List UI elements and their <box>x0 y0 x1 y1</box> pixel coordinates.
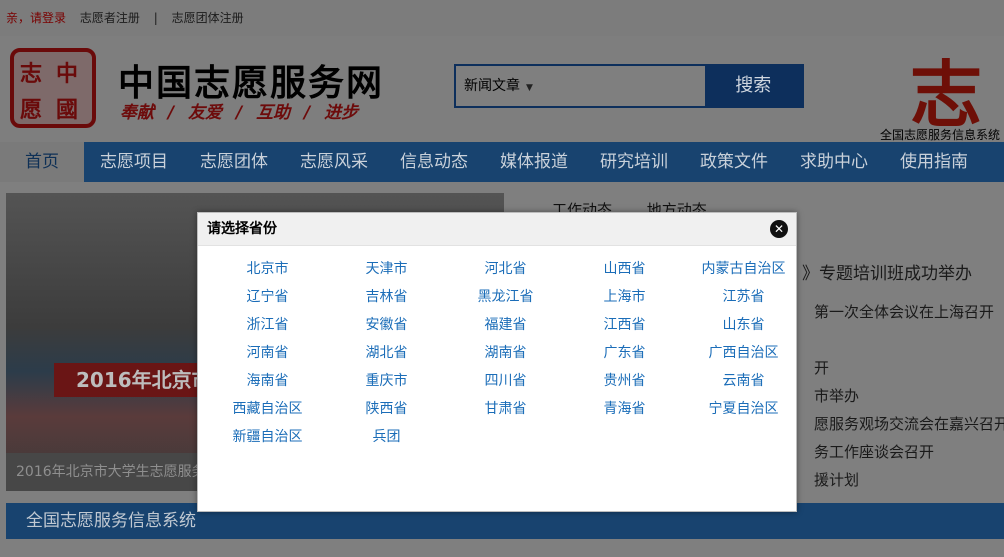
nav-item-guide[interactable]: 使用指南 <box>884 142 984 182</box>
nav-item-policy[interactable]: 政策文件 <box>684 142 784 182</box>
seal-char: 國 <box>56 98 79 123</box>
province-link[interactable]: 上海市 <box>565 283 684 311</box>
province-link[interactable]: 湖北省 <box>327 339 446 367</box>
province-link[interactable]: 福建省 <box>446 311 565 339</box>
province-link[interactable]: 云南省 <box>684 367 803 395</box>
province-link[interactable]: 宁夏自治区 <box>684 395 803 423</box>
topbar-separator: | <box>153 11 158 25</box>
search-category-select[interactable]: 新闻文章 ▼ <box>456 66 705 106</box>
province-link[interactable]: 江西省 <box>565 311 684 339</box>
login-link[interactable]: 亲，请登录 <box>6 11 66 25</box>
site-header: 志 中 愿 國 中国志愿服务网 奉献 / 友爱 / 互助 / 进步 新闻文章 ▼ … <box>0 36 1004 142</box>
province-link[interactable]: 重庆市 <box>327 367 446 395</box>
search-button[interactable]: 搜索 <box>704 66 802 106</box>
nav-item-showcase[interactable]: 志愿风采 <box>284 142 384 182</box>
province-link[interactable]: 黑龙江省 <box>446 283 565 311</box>
province-link[interactable]: 贵州省 <box>565 367 684 395</box>
seal-char: 愿 <box>20 98 43 123</box>
nav-item-help[interactable]: 求助中心 <box>784 142 884 182</box>
province-link[interactable]: 山西省 <box>565 255 684 283</box>
dialog-title: 请选择省份 <box>207 221 277 237</box>
province-link[interactable]: 江苏省 <box>684 283 803 311</box>
nav-item-research[interactable]: 研究培训 <box>584 142 684 182</box>
province-link[interactable]: 山东省 <box>684 311 803 339</box>
province-link[interactable]: 海南省 <box>208 367 327 395</box>
site-logo[interactable]: 志 中 愿 國 <box>10 48 96 128</box>
dialog-header: 请选择省份 ✕ <box>198 213 796 246</box>
search-category-value: 新闻文章 <box>464 78 520 94</box>
close-icon[interactable]: ✕ <box>770 220 788 238</box>
province-link[interactable]: 广西自治区 <box>684 339 803 367</box>
province-link[interactable]: 内蒙古自治区 <box>684 255 803 283</box>
news-item[interactable]: 开 <box>814 357 829 378</box>
nav-item-media[interactable]: 媒体报道 <box>484 142 584 182</box>
province-link[interactable]: 辽宁省 <box>208 283 327 311</box>
nav-item-home[interactable]: 首页 <box>0 142 84 182</box>
province-link[interactable]: 广东省 <box>565 339 684 367</box>
top-bar: 亲，请登录 志愿者注册 | 志愿团体注册 <box>0 0 1004 36</box>
province-link[interactable]: 吉林省 <box>327 283 446 311</box>
site-slogan: 奉献 / 友爱 / 互助 / 进步 <box>120 103 359 123</box>
main-nav: 首页 志愿项目 志愿团体 志愿风采 信息动态 媒体报道 研究培训 政策文件 求助… <box>0 142 1004 182</box>
seal-char: 志 <box>20 62 43 87</box>
nav-item-projects[interactable]: 志愿项目 <box>84 142 184 182</box>
province-link[interactable]: 四川省 <box>446 367 565 395</box>
province-link[interactable]: 北京市 <box>208 255 327 283</box>
brand-caption: 全国志愿服务信息系统 <box>879 128 1000 142</box>
province-link[interactable]: 安徽省 <box>327 311 446 339</box>
province-link[interactable]: 浙江省 <box>208 311 327 339</box>
volunteer-register-link[interactable]: 志愿者注册 <box>80 11 140 25</box>
province-grid: 北京市 天津市 河北省 山西省 内蒙古自治区 辽宁省 吉林省 黑龙江省 上海市 江苏省 浙江省 安徽省… <box>208 255 798 451</box>
province-link[interactable]: 湖南省 <box>446 339 565 367</box>
system-brand-logo[interactable]: 志 全国志愿服务信息系统 <box>876 38 1000 144</box>
nav-item-groups[interactable]: 志愿团体 <box>184 142 284 182</box>
news-item[interactable]: 第一次全体会议在上海召开 <box>814 301 994 322</box>
province-link[interactable]: 河北省 <box>446 255 565 283</box>
province-link[interactable]: 青海省 <box>565 395 684 423</box>
province-link[interactable]: 河南省 <box>208 339 327 367</box>
province-link[interactable]: 陕西省 <box>327 395 446 423</box>
seal-char: 中 <box>56 62 79 87</box>
news-item[interactable]: 市举办 <box>814 385 859 406</box>
province-link[interactable]: 天津市 <box>327 255 446 283</box>
province-link[interactable]: 甘肃省 <box>446 395 565 423</box>
caret-down-icon: ▼ <box>526 83 533 93</box>
news-item[interactable]: 援计划 <box>814 469 859 490</box>
province-link[interactable]: 新疆自治区 <box>208 423 327 451</box>
news-item[interactable]: 务工作座谈会召开 <box>814 441 934 462</box>
group-register-link[interactable]: 志愿团体注册 <box>172 11 244 25</box>
news-item[interactable]: 愿服务观场交流会在嘉兴召开 <box>814 413 1004 434</box>
news-item[interactable]: 》专题培训班成功举办 <box>802 259 972 284</box>
province-select-dialog: 请选择省份 ✕ 北京市 天津市 河北省 山西省 内蒙古自治区 辽宁省 吉林省 黑龙江省 上海市江… <box>197 212 797 512</box>
province-link[interactable]: 西藏自治区 <box>208 395 327 423</box>
province-link[interactable]: 兵团 <box>327 423 446 451</box>
nav-item-news[interactable]: 信息动态 <box>384 142 484 182</box>
search-bar: 新闻文章 ▼ 搜索 <box>454 64 804 108</box>
